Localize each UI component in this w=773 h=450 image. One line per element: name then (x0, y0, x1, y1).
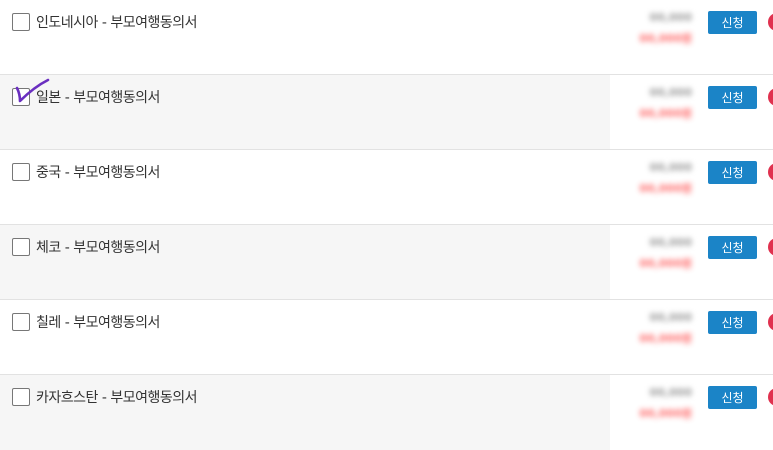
item-sale-price: 00,000원 (639, 257, 692, 270)
item-sale-price: 00,000원 (639, 182, 692, 195)
item-price: 00,000 (649, 161, 692, 174)
item-sale-price: 00,000원 (639, 107, 692, 120)
item-sale-price: 00,000원 (639, 332, 692, 345)
item-checkbox[interactable] (12, 13, 30, 31)
item-price: 00,000 (649, 236, 692, 249)
item-label: 중국 - 부모여행동의서 (36, 165, 160, 181)
apply-button[interactable]: 신청 (708, 236, 757, 259)
apply-button[interactable]: 신청 (708, 386, 757, 409)
item-label: 카자흐스탄 - 부모여행동의서 (36, 390, 198, 406)
item-price: 00,000 (649, 311, 692, 324)
apply-button[interactable]: 신청 (708, 161, 757, 184)
list-item: 중국 - 부모여행동의서 00,000 00,000원 신청 (0, 150, 773, 225)
list-item: 칠레 - 부모여행동의서 00,000 00,000원 신청 (0, 300, 773, 375)
item-price: 00,000 (649, 11, 692, 24)
item-price: 00,000 (649, 86, 692, 99)
list-item: 체코 - 부모여행동의서 00,000 00,000원 신청 (0, 225, 773, 300)
item-label: 일본 - 부모여행동의서 (36, 90, 160, 106)
item-checkbox[interactable] (12, 388, 30, 406)
apply-button[interactable]: 신청 (708, 86, 757, 109)
apply-button[interactable]: 신청 (708, 311, 757, 334)
list-item: 인도네시아 - 부모여행동의서 00,000 00,000원 신청 (0, 0, 773, 75)
list-item: 카자흐스탄 - 부모여행동의서 00,000 00,000원 신청 (0, 375, 773, 450)
item-sale-price: 00,000원 (639, 407, 692, 420)
list-item: 일본 - 부모여행동의서 00,000 00,000원 신청 (0, 75, 773, 150)
item-price: 00,000 (649, 386, 692, 399)
item-checkbox[interactable] (12, 313, 30, 331)
item-checkbox[interactable] (12, 163, 30, 181)
item-checkbox[interactable] (12, 88, 30, 106)
item-sale-price: 00,000원 (639, 32, 692, 45)
item-label: 인도네시아 - 부모여행동의서 (36, 15, 198, 31)
item-label: 칠레 - 부모여행동의서 (36, 315, 160, 331)
apply-button[interactable]: 신청 (708, 11, 757, 34)
product-list: 인도네시아 - 부모여행동의서 00,000 00,000원 신청 일본 - 부… (0, 0, 773, 450)
item-label: 체코 - 부모여행동의서 (36, 240, 160, 256)
item-checkbox[interactable] (12, 238, 30, 256)
